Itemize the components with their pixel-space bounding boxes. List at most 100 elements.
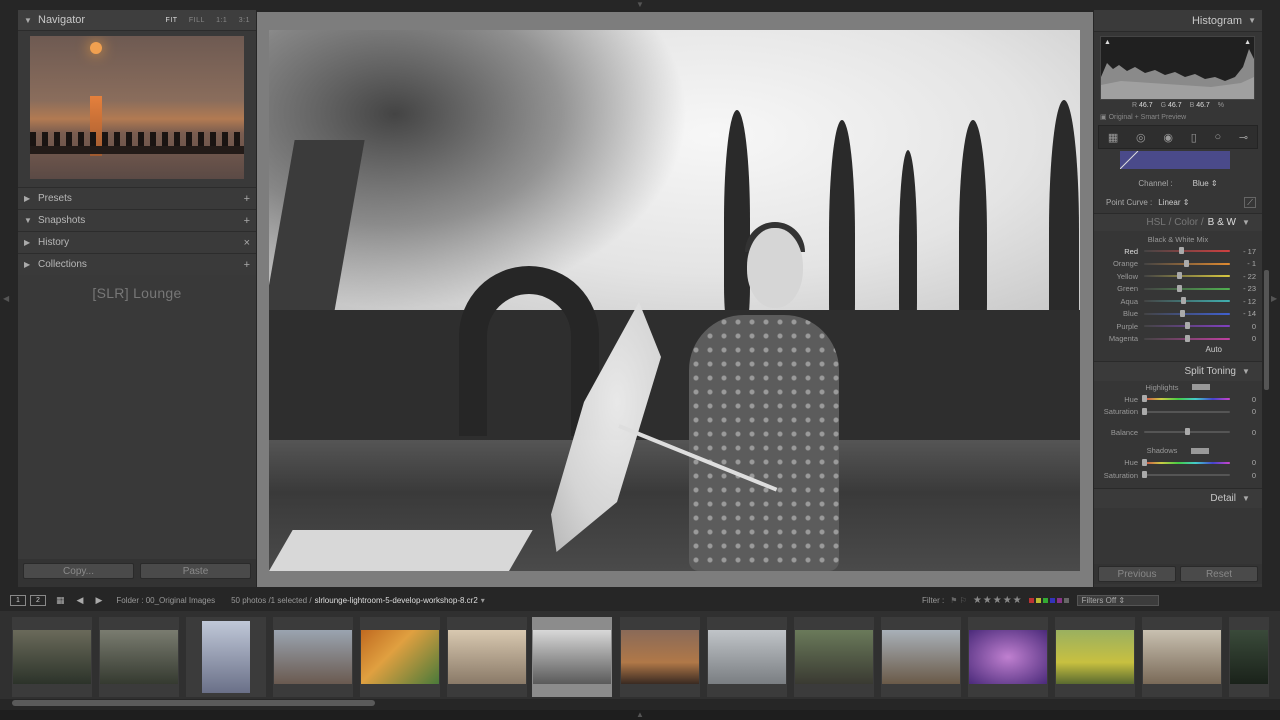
crop-icon[interactable]: ▦ bbox=[1108, 131, 1118, 144]
tab-bw[interactable]: B & W bbox=[1208, 217, 1236, 228]
slider-knob[interactable] bbox=[1142, 458, 1147, 466]
tone-curve-graph[interactable] bbox=[1120, 151, 1230, 169]
filters-off-select[interactable]: Filters Off ⇕ bbox=[1076, 594, 1159, 606]
no-label-icon[interactable] bbox=[1063, 597, 1069, 603]
balance-slider[interactable]: Balance 0 bbox=[1094, 426, 1262, 439]
zoom-fit[interactable]: FIT bbox=[166, 17, 178, 24]
film-thumbnail[interactable] bbox=[1055, 617, 1135, 697]
film-thumbnail[interactable] bbox=[186, 617, 266, 697]
spot-removal-icon[interactable]: ◎ bbox=[1136, 131, 1146, 144]
adjustment-brush-icon[interactable]: ⊸ bbox=[1239, 131, 1248, 144]
highlights-hue-slider[interactable]: Hue 0 bbox=[1094, 393, 1262, 406]
slider-knob[interactable] bbox=[1179, 309, 1185, 317]
snapshots-section[interactable]: ▼ Snapshots + bbox=[18, 209, 256, 231]
forward-arrow-icon[interactable]: ▶ bbox=[95, 595, 102, 606]
left-panel-toggle-icon[interactable]: ◀ bbox=[3, 294, 9, 303]
bw-slider-aqua[interactable]: Aqua - 12 bbox=[1094, 295, 1262, 308]
shadow-clipping-icon[interactable]: ▲ bbox=[1104, 39, 1111, 46]
highlight-clipping-icon[interactable]: ▲ bbox=[1244, 39, 1251, 46]
zoom-fill[interactable]: FILL bbox=[189, 17, 205, 24]
bottom-panel-toggle-icon[interactable]: ▲ bbox=[636, 710, 644, 719]
slider-knob[interactable] bbox=[1184, 259, 1190, 267]
slider-knob[interactable] bbox=[1180, 297, 1186, 305]
slider-knob[interactable] bbox=[1177, 272, 1183, 280]
film-thumbnail[interactable] bbox=[273, 617, 353, 697]
navigator-preview[interactable] bbox=[30, 36, 244, 179]
slider-knob[interactable] bbox=[1142, 407, 1147, 415]
color-label-filter[interactable] bbox=[1028, 596, 1071, 605]
right-panel-scrollbar[interactable] bbox=[1264, 270, 1269, 390]
star-rating-filter[interactable]: ★★★★★ bbox=[973, 595, 1023, 606]
flag-filter-icon[interactable]: ⚑ ⚐ bbox=[950, 596, 967, 605]
film-thumbnail[interactable] bbox=[620, 617, 700, 697]
back-arrow-icon[interactable]: ◀ bbox=[77, 595, 84, 606]
bw-slider-magenta[interactable]: Magenta 0 bbox=[1094, 333, 1262, 346]
collections-section[interactable]: ▶ Collections + bbox=[18, 253, 256, 275]
tab-color[interactable]: Color bbox=[1174, 217, 1198, 228]
green-label-icon[interactable] bbox=[1042, 597, 1048, 603]
film-thumbnail[interactable] bbox=[360, 617, 440, 697]
bw-slider-blue[interactable]: Blue - 14 bbox=[1094, 308, 1262, 321]
slider-track[interactable] bbox=[1144, 247, 1230, 255]
add-preset-icon[interactable]: + bbox=[244, 193, 250, 205]
paste-button[interactable]: Paste bbox=[140, 563, 251, 579]
slider-track[interactable] bbox=[1144, 259, 1230, 267]
folder-path[interactable]: Folder : 00_Original Images bbox=[116, 596, 215, 605]
shadows-color-swatch[interactable] bbox=[1191, 447, 1210, 454]
highlights-color-swatch[interactable] bbox=[1192, 384, 1211, 390]
split-toning-header[interactable]: Split Toning ▼ bbox=[1094, 361, 1262, 381]
edit-point-curve-icon[interactable]: ⟋ bbox=[1244, 197, 1256, 208]
red-label-icon[interactable] bbox=[1028, 597, 1034, 603]
histogram-header[interactable]: Histogram ▼ bbox=[1094, 10, 1262, 32]
slider-track[interactable] bbox=[1144, 297, 1230, 305]
film-thumbnail[interactable] bbox=[447, 617, 527, 697]
film-thumbnail[interactable] bbox=[794, 617, 874, 697]
slider-knob[interactable] bbox=[1178, 247, 1184, 255]
bw-slider-purple[interactable]: Purple 0 bbox=[1094, 320, 1262, 333]
right-panel-toggle-icon[interactable]: ▶ bbox=[1271, 294, 1277, 303]
navigator-header[interactable]: ▼ Navigator FIT FILL 1:1 3:1 bbox=[18, 10, 256, 31]
presets-section[interactable]: ▶ Presets + bbox=[18, 187, 256, 209]
tab-hsl[interactable]: HSL bbox=[1146, 217, 1165, 228]
graduated-filter-icon[interactable]: ▯ bbox=[1191, 131, 1197, 144]
filmstrip-scrollbar[interactable] bbox=[12, 700, 375, 706]
channel-select[interactable]: Blue ⇕ bbox=[1193, 179, 1218, 188]
film-thumbnail[interactable] bbox=[707, 617, 787, 697]
histogram[interactable]: ▲ ▲ bbox=[1100, 36, 1255, 100]
top-panel-toggle-icon[interactable]: ▼ bbox=[636, 0, 644, 9]
blue-label-icon[interactable] bbox=[1049, 597, 1055, 603]
radial-filter-icon[interactable]: ○ bbox=[1214, 131, 1221, 143]
previous-button[interactable]: Previous bbox=[1098, 566, 1176, 582]
hsl-header[interactable]: HSL / Color / B & W ▼ bbox=[1094, 213, 1262, 231]
film-thumbnail[interactable] bbox=[12, 617, 92, 697]
slider-knob[interactable] bbox=[1142, 471, 1147, 479]
shadows-saturation-slider[interactable]: Saturation 0 bbox=[1094, 469, 1262, 482]
history-section[interactable]: ▶ History × bbox=[18, 231, 256, 253]
film-thumbnail[interactable] bbox=[968, 617, 1048, 697]
copy-button[interactable]: Copy... bbox=[23, 563, 134, 579]
zoom-3-1[interactable]: 3:1 bbox=[239, 17, 250, 24]
detail-header[interactable]: Detail ▼ bbox=[1094, 487, 1262, 508]
bw-slider-green[interactable]: Green - 23 bbox=[1094, 283, 1262, 296]
shadows-hue-slider[interactable]: Hue 0 bbox=[1094, 457, 1262, 470]
red-eye-icon[interactable]: ◉ bbox=[1163, 131, 1173, 144]
film-thumbnail[interactable] bbox=[1229, 617, 1269, 697]
main-photo[interactable] bbox=[269, 30, 1080, 571]
slider-knob[interactable] bbox=[1142, 395, 1147, 403]
slider-track[interactable] bbox=[1144, 284, 1230, 292]
highlights-saturation-slider[interactable]: Saturation 0 bbox=[1094, 406, 1262, 419]
image-canvas[interactable] bbox=[257, 12, 1093, 587]
film-thumbnail[interactable] bbox=[99, 617, 179, 697]
selected-filename[interactable]: slrlounge-lightroom-5-develop-workshop-8… bbox=[315, 596, 478, 605]
clear-history-icon[interactable]: × bbox=[244, 237, 250, 249]
purple-label-icon[interactable] bbox=[1056, 597, 1062, 603]
window-2-button[interactable]: 2 bbox=[30, 594, 46, 606]
point-curve-select[interactable]: Linear ⇕ bbox=[1158, 198, 1189, 207]
slider-track[interactable] bbox=[1144, 334, 1230, 342]
add-collection-icon[interactable]: + bbox=[244, 259, 250, 271]
slider-knob[interactable] bbox=[1177, 284, 1183, 292]
yellow-label-icon[interactable] bbox=[1035, 597, 1041, 603]
film-thumbnail[interactable] bbox=[881, 617, 961, 697]
slider-knob[interactable] bbox=[1185, 322, 1190, 330]
grid-view-icon[interactable]: ▦ bbox=[56, 595, 65, 606]
